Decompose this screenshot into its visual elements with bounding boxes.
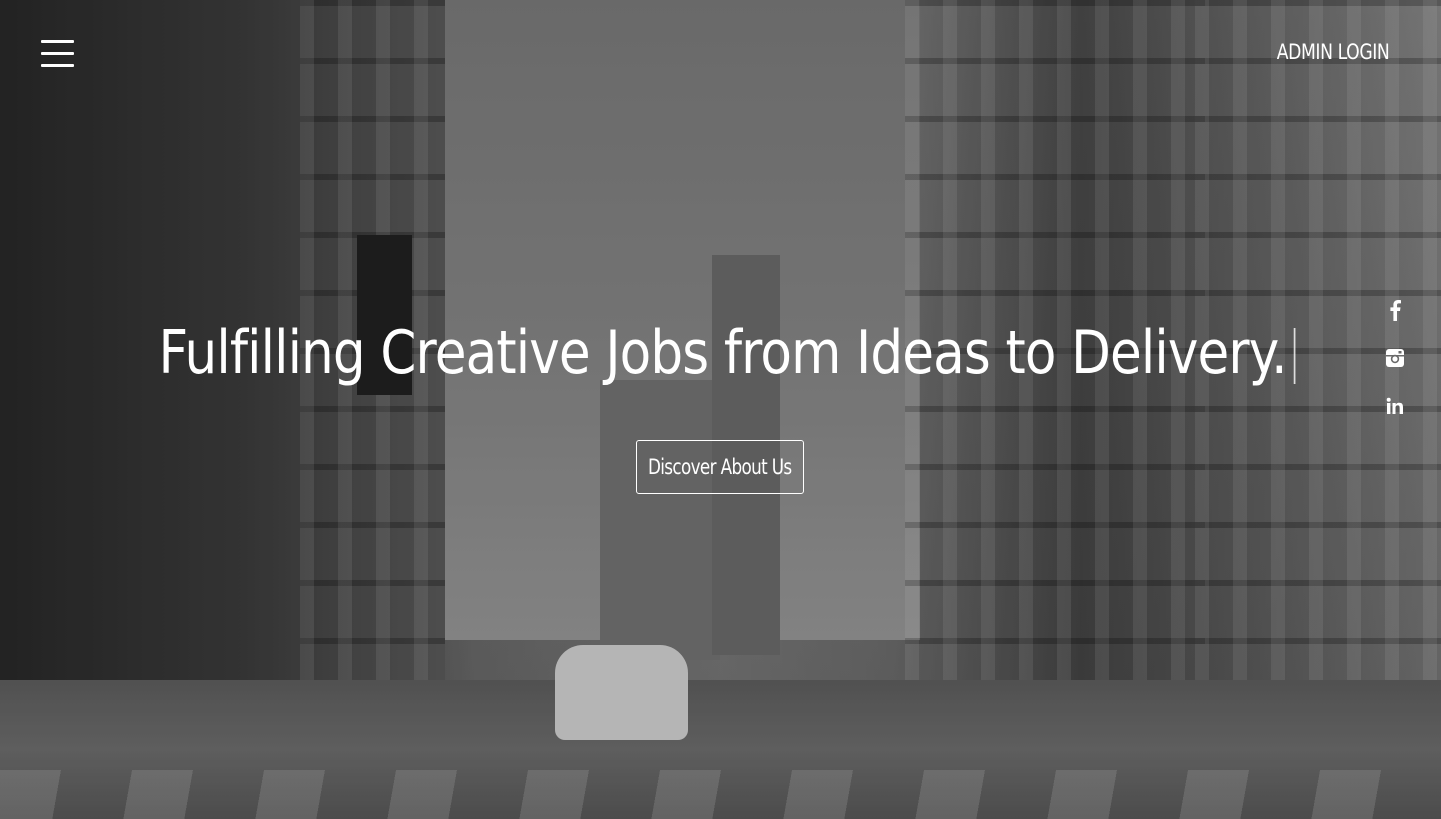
linkedin-icon[interactable] — [1380, 391, 1410, 421]
headline-container: Fulfilling Creative Jobs from Ideas to D… — [0, 318, 1441, 388]
cta-label: Discover About Us — [648, 455, 792, 479]
discover-about-us-button[interactable]: Discover About Us — [636, 440, 804, 494]
hamburger-menu-icon[interactable] — [41, 40, 74, 68]
hero-section: ADMIN LOGIN Fulfilling Creative Jobs fro… — [0, 0, 1441, 819]
admin-login-link[interactable]: ADMIN LOGIN — [1276, 40, 1389, 64]
facebook-icon[interactable] — [1380, 295, 1410, 325]
social-links — [1380, 295, 1410, 439]
hero-overlay — [0, 0, 1441, 819]
headline-text: Fulfilling Creative Jobs from Ideas to D… — [158, 318, 1287, 388]
hero-headline: Fulfilling Creative Jobs from Ideas to D… — [158, 318, 1295, 388]
instagram-icon[interactable] — [1380, 343, 1410, 373]
typing-cursor — [1293, 328, 1295, 385]
